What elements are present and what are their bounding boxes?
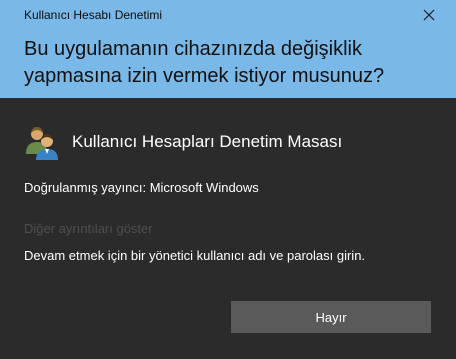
prompt-question: Bu uygulamanın cihazınızda değişiklik ya…: [24, 38, 385, 87]
uac-header: Kullanıcı Hesabı Denetimi Bu uygulamanın…: [0, 0, 456, 98]
app-name: Kullanıcı Hesapları Denetim Masası: [72, 132, 343, 151]
window-title: Kullanıcı Hesabı Denetimi: [24, 8, 163, 22]
close-icon: [423, 9, 435, 21]
close-button[interactable]: [420, 6, 438, 24]
no-button[interactable]: Hayır: [231, 301, 431, 333]
show-more-details-link[interactable]: Diğer ayrıntıları göster: [24, 221, 153, 236]
instructions-text: Devam etmek için bir yönetici kullanıcı …: [24, 248, 366, 263]
verified-publisher: Doğrulanmış yayıncı: Microsoft Windows: [24, 180, 259, 195]
users-icon: [24, 124, 60, 160]
uac-dialog: Kullanıcı Hesabı Denetimi Bu uygulamanın…: [0, 0, 456, 359]
app-info: Kullanıcı Hesapları Denetim Masası: [24, 122, 342, 162]
